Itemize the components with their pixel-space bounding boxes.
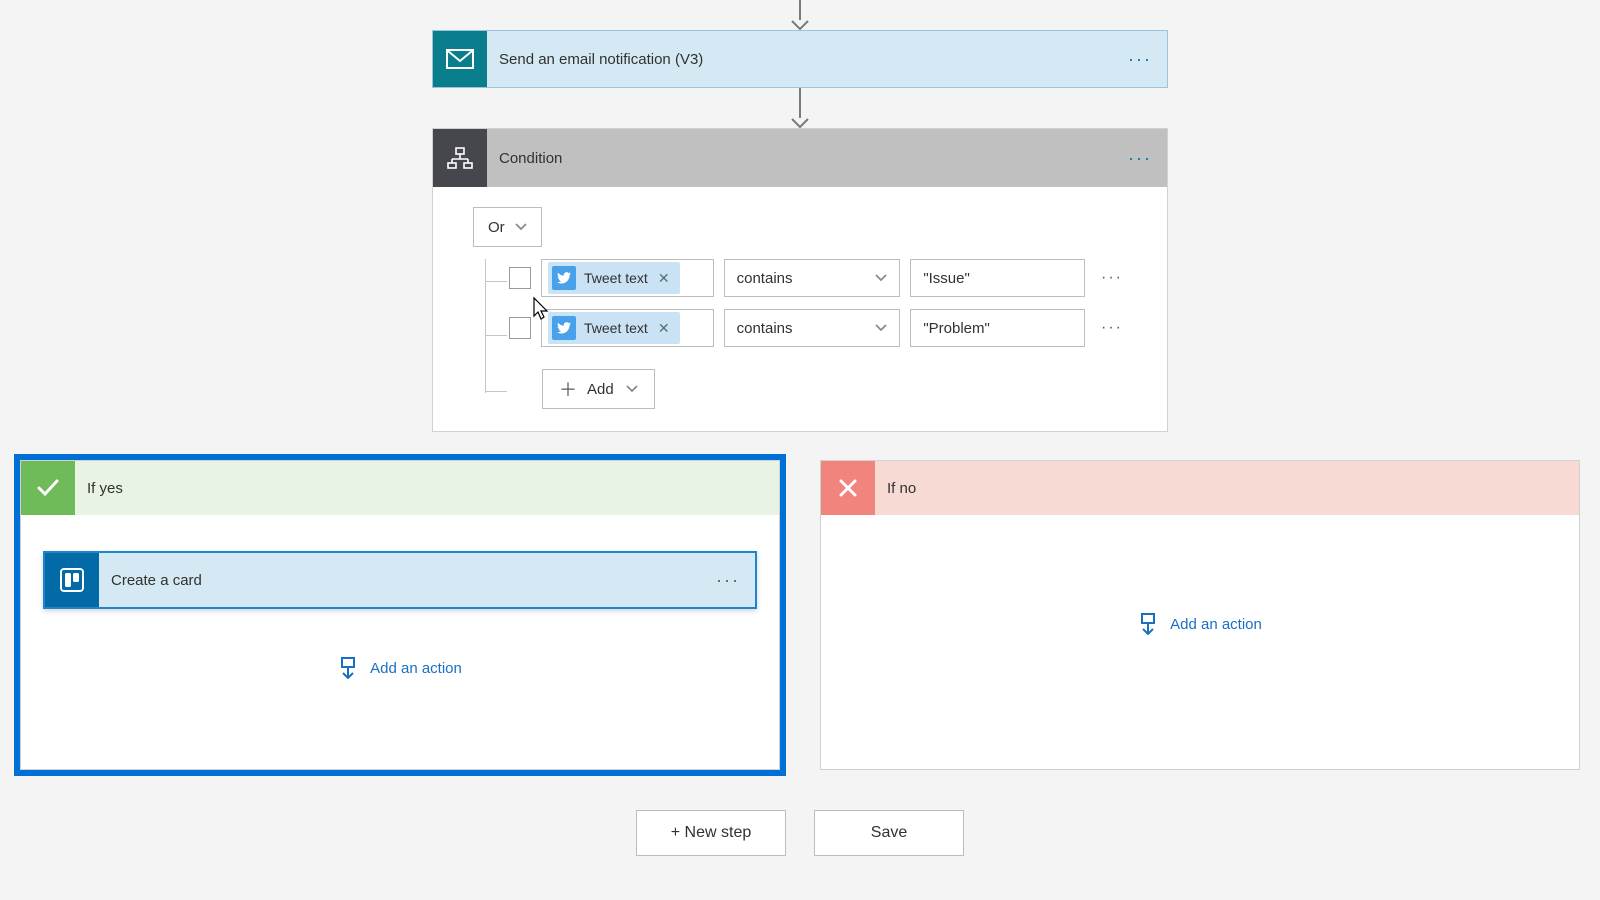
ellipsis-icon[interactable]: ···: [701, 570, 755, 591]
branch-header-no[interactable]: If no: [821, 461, 1579, 515]
connector-arrow-mid: [432, 88, 1168, 128]
condition-header[interactable]: Condition ···: [433, 129, 1167, 187]
token-label: Tweet text: [584, 270, 648, 286]
step-send-email[interactable]: Send an email notification (V3) ···: [432, 30, 1168, 88]
branch-if-no: If no Add an action: [820, 460, 1580, 770]
footer-buttons: + New step Save: [636, 810, 964, 856]
row-checkbox[interactable]: [509, 267, 531, 289]
condition-value-input[interactable]: "Problem": [910, 309, 1085, 347]
operator-label: contains: [737, 320, 793, 337]
new-step-button[interactable]: + New step: [636, 810, 786, 856]
condition-rows: Tweet text ✕ contains "Issue": [471, 259, 1129, 409]
add-condition-button[interactable]: ＋ Add: [542, 369, 655, 409]
token-remove-icon[interactable]: ✕: [656, 320, 672, 337]
chevron-down-icon: [875, 274, 887, 282]
save-button[interactable]: Save: [814, 810, 964, 856]
action-title: Create a card: [99, 572, 701, 589]
add-action-button[interactable]: Add an action: [43, 657, 757, 679]
token-label: Tweet text: [584, 320, 648, 336]
condition-row: Tweet text ✕ contains "Issue": [509, 259, 1129, 297]
check-icon: [21, 461, 75, 515]
row-checkbox[interactable]: [509, 317, 531, 339]
condition-value-input[interactable]: "Issue": [910, 259, 1085, 297]
action-create-card[interactable]: Create a card ···: [43, 551, 757, 609]
token-tweet-text[interactable]: Tweet text ✕: [548, 312, 680, 344]
condition-body: Or: [433, 187, 1167, 431]
branch-content: Create a card ··· Add an action: [21, 515, 779, 705]
twitter-icon: [552, 316, 576, 340]
group-operator-dropdown[interactable]: Or: [473, 207, 542, 247]
close-icon: [821, 461, 875, 515]
add-action-label: Add an action: [1170, 616, 1262, 633]
value-text: "Issue": [923, 270, 970, 287]
ellipsis-icon[interactable]: ···: [1113, 148, 1167, 169]
token-remove-icon[interactable]: ✕: [656, 270, 672, 287]
value-text: "Problem": [923, 320, 990, 337]
condition-branches: If yes Create a card ··· Add an a: [20, 460, 1580, 770]
branch-title: If no: [875, 480, 916, 497]
chevron-down-icon: [515, 223, 527, 231]
token-tweet-text[interactable]: Tweet text ✕: [548, 262, 680, 294]
ellipsis-icon[interactable]: ···: [1095, 319, 1129, 337]
add-action-label: Add an action: [370, 660, 462, 677]
save-label: Save: [871, 824, 907, 842]
group-operator-label: Or: [488, 219, 505, 236]
twitter-icon: [552, 266, 576, 290]
flow-designer-canvas: Send an email notification (V3) ···: [0, 0, 1600, 900]
condition-field-left[interactable]: Tweet text ✕: [541, 259, 714, 297]
condition-field-left[interactable]: Tweet text ✕: [541, 309, 714, 347]
operator-label: contains: [737, 270, 793, 287]
condition-operator-dropdown[interactable]: contains: [724, 309, 901, 347]
condition-title: Condition: [487, 150, 1113, 167]
branch-header-yes[interactable]: If yes: [21, 461, 779, 515]
branch-content: Add an action: [821, 515, 1579, 661]
new-step-label: + New step: [671, 824, 751, 842]
connector-arrow-top: [432, 0, 1168, 30]
mail-icon: [433, 31, 487, 87]
chevron-down-icon: [875, 324, 887, 332]
plus-icon: ＋: [559, 376, 577, 402]
trello-icon: [45, 553, 99, 607]
branch-if-yes: If yes Create a card ··· Add an a: [20, 460, 780, 770]
condition-row: Tweet text ✕ contains "Problem": [509, 309, 1129, 347]
add-label: Add: [587, 381, 614, 398]
ellipsis-icon[interactable]: ···: [1095, 269, 1129, 287]
add-action-button[interactable]: Add an action: [843, 613, 1557, 635]
condition-icon: [433, 129, 487, 187]
step-title: Send an email notification (V3): [487, 51, 1113, 68]
branch-title: If yes: [75, 480, 123, 497]
ellipsis-icon[interactable]: ···: [1113, 31, 1167, 87]
flow-column: Send an email notification (V3) ···: [432, 0, 1168, 432]
chevron-down-icon: [626, 385, 638, 393]
condition-operator-dropdown[interactable]: contains: [724, 259, 901, 297]
step-condition[interactable]: Condition ··· Or: [432, 128, 1168, 432]
